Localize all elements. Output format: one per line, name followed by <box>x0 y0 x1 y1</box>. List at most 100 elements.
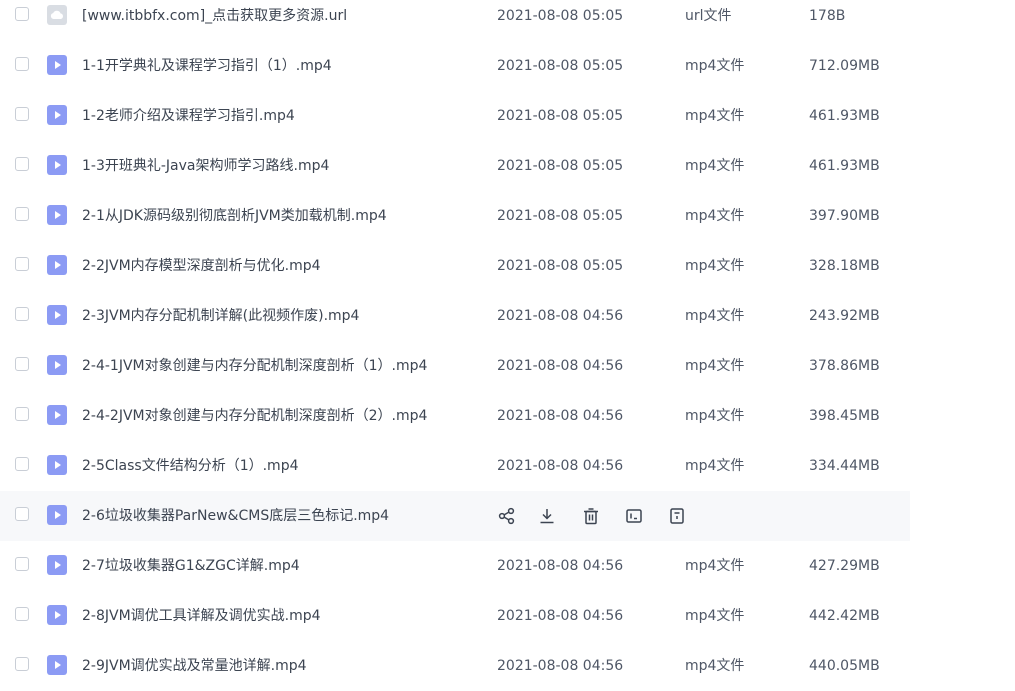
video-file-icon <box>47 305 67 325</box>
row-checkbox[interactable] <box>15 57 29 71</box>
file-name[interactable]: 1-2老师介绍及课程学习指引.mp4 <box>82 91 295 141</box>
file-date: 2021-08-08 04:56 <box>497 408 624 424</box>
file-name[interactable]: 2-5Class文件结构分析（1）.mp4 <box>82 441 299 491</box>
file-row[interactable]: 1-3开班典礼-Java架构师学习路线.mp4 2021-08-08 05:05… <box>0 141 910 191</box>
row-checkbox[interactable] <box>15 207 29 221</box>
file-size: 378.86MB <box>809 358 880 374</box>
rename-icon[interactable] <box>624 506 644 526</box>
row-checkbox[interactable] <box>15 657 29 671</box>
row-checkbox[interactable] <box>15 307 29 321</box>
file-type: mp4文件 <box>685 308 745 324</box>
file-type: mp4文件 <box>685 358 745 374</box>
delete-icon[interactable] <box>581 506 601 526</box>
file-size: 397.90MB <box>809 208 880 224</box>
video-file-icon <box>47 605 67 625</box>
file-row[interactable]: 2-1从JDK源码级别彻底剖析JVM类加载机制.mp4 2021-08-08 0… <box>0 191 910 241</box>
video-file-icon <box>47 55 67 75</box>
file-size: 442.42MB <box>809 608 880 624</box>
file-name[interactable]: 2-8JVM调优工具详解及调优实战.mp4 <box>82 591 321 641</box>
file-name[interactable]: 2-7垃圾收集器G1&ZGC详解.mp4 <box>82 541 300 591</box>
file-date: 2021-08-08 05:05 <box>497 158 624 174</box>
file-size: 334.44MB <box>809 458 880 474</box>
file-name[interactable]: 1-1开学典礼及课程学习指引（1）.mp4 <box>82 41 332 91</box>
file-type: mp4文件 <box>685 408 745 424</box>
file-name[interactable]: 2-6垃圾收集器ParNew&CMS底层三色标记.mp4 <box>82 491 389 541</box>
video-file-icon <box>47 255 67 275</box>
row-checkbox[interactable] <box>15 357 29 371</box>
file-name[interactable]: 2-9JVM调优实战及常量池详解.mp4 <box>82 641 307 691</box>
file-name[interactable]: 2-3JVM内存分配机制详解(此视频作废).mp4 <box>82 291 359 341</box>
file-type: mp4文件 <box>685 108 745 124</box>
file-date: 2021-08-08 05:05 <box>497 258 624 274</box>
file-type: mp4文件 <box>685 158 745 174</box>
file-size: 328.18MB <box>809 258 880 274</box>
share-icon[interactable] <box>497 506 517 526</box>
video-file-icon <box>47 405 67 425</box>
file-row[interactable]: 1-2老师介绍及课程学习指引.mp4 2021-08-08 05:05 mp4文… <box>0 91 910 141</box>
file-name[interactable]: [www.itbbfx.com]_点击获取更多资源.url <box>82 0 347 41</box>
file-row[interactable]: 2-5Class文件结构分析（1）.mp4 2021-08-08 04:56 m… <box>0 441 910 491</box>
row-checkbox[interactable] <box>15 107 29 121</box>
row-checkbox[interactable] <box>15 457 29 471</box>
video-file-icon <box>47 105 67 125</box>
file-row[interactable]: 2-7垃圾收集器G1&ZGC详解.mp4 2021-08-08 04:56 mp… <box>0 541 910 591</box>
file-size: 178B <box>809 8 846 24</box>
file-row[interactable]: 2-4-1JVM对象创建与内存分配机制深度剖析（1）.mp4 2021-08-0… <box>0 341 910 391</box>
file-size: 461.93MB <box>809 108 880 124</box>
file-size: 440.05MB <box>809 658 880 674</box>
video-file-icon <box>47 655 67 675</box>
file-type: mp4文件 <box>685 208 745 224</box>
link-file-icon <box>47 5 67 25</box>
row-checkbox[interactable] <box>15 257 29 271</box>
file-size: 712.09MB <box>809 58 880 74</box>
video-file-icon <box>47 205 67 225</box>
file-row[interactable]: 2-8JVM调优工具详解及调优实战.mp4 2021-08-08 04:56 m… <box>0 591 910 641</box>
video-file-icon <box>47 355 67 375</box>
file-row[interactable]: 2-3JVM内存分配机制详解(此视频作废).mp4 2021-08-08 04:… <box>0 291 910 341</box>
file-row[interactable]: 2-4-2JVM对象创建与内存分配机制深度剖析（2）.mp4 2021-08-0… <box>0 391 910 441</box>
file-type: mp4文件 <box>685 608 745 624</box>
video-file-icon <box>47 505 67 525</box>
file-type: mp4文件 <box>685 258 745 274</box>
file-name[interactable]: 2-4-1JVM对象创建与内存分配机制深度剖析（1）.mp4 <box>82 341 427 391</box>
file-name[interactable]: 2-1从JDK源码级别彻底剖析JVM类加载机制.mp4 <box>82 191 387 241</box>
row-checkbox[interactable] <box>15 157 29 171</box>
file-date: 2021-08-08 05:05 <box>497 108 624 124</box>
file-date: 2021-08-08 04:56 <box>497 458 624 474</box>
file-size: 243.92MB <box>809 308 880 324</box>
more-icon[interactable] <box>667 506 687 526</box>
file-row[interactable]: 2-9JVM调优实战及常量池详解.mp4 2021-08-08 04:56 mp… <box>0 641 910 691</box>
row-checkbox[interactable] <box>15 407 29 421</box>
row-checkbox[interactable] <box>15 607 29 621</box>
file-type: mp4文件 <box>685 558 745 574</box>
file-name[interactable]: 1-3开班典礼-Java架构师学习路线.mp4 <box>82 141 329 191</box>
file-name[interactable]: 2-2JVM内存模型深度剖析与优化.mp4 <box>82 241 321 291</box>
file-type: url文件 <box>685 8 732 24</box>
file-date: 2021-08-08 04:56 <box>497 358 624 374</box>
file-type: mp4文件 <box>685 58 745 74</box>
file-date: 2021-08-08 04:56 <box>497 558 624 574</box>
file-size: 427.29MB <box>809 558 880 574</box>
video-file-icon <box>47 455 67 475</box>
file-date: 2021-08-08 05:05 <box>497 8 624 24</box>
file-date: 2021-08-08 04:56 <box>497 608 624 624</box>
file-row[interactable]: 1-1开学典礼及课程学习指引（1）.mp4 2021-08-08 05:05 m… <box>0 41 910 91</box>
download-icon[interactable] <box>537 506 557 526</box>
file-list: [www.itbbfx.com]_点击获取更多资源.url 2021-08-08… <box>0 0 1015 691</box>
row-checkbox[interactable] <box>15 557 29 571</box>
file-date: 2021-08-08 05:05 <box>497 58 624 74</box>
file-row[interactable]: 2-2JVM内存模型深度剖析与优化.mp4 2021-08-08 05:05 m… <box>0 241 910 291</box>
file-type: mp4文件 <box>685 458 745 474</box>
row-checkbox[interactable] <box>15 507 29 521</box>
file-date: 2021-08-08 04:56 <box>497 658 624 674</box>
file-size: 398.45MB <box>809 408 880 424</box>
video-file-icon <box>47 555 67 575</box>
file-row-hovered[interactable]: 2-6垃圾收集器ParNew&CMS底层三色标记.mp4 <box>0 491 910 541</box>
file-size: 461.93MB <box>809 158 880 174</box>
file-name[interactable]: 2-4-2JVM对象创建与内存分配机制深度剖析（2）.mp4 <box>82 391 427 441</box>
file-date: 2021-08-08 04:56 <box>497 308 624 324</box>
file-date: 2021-08-08 05:05 <box>497 208 624 224</box>
row-checkbox[interactable] <box>15 7 29 21</box>
video-file-icon <box>47 155 67 175</box>
file-row[interactable]: [www.itbbfx.com]_点击获取更多资源.url 2021-08-08… <box>0 0 910 41</box>
